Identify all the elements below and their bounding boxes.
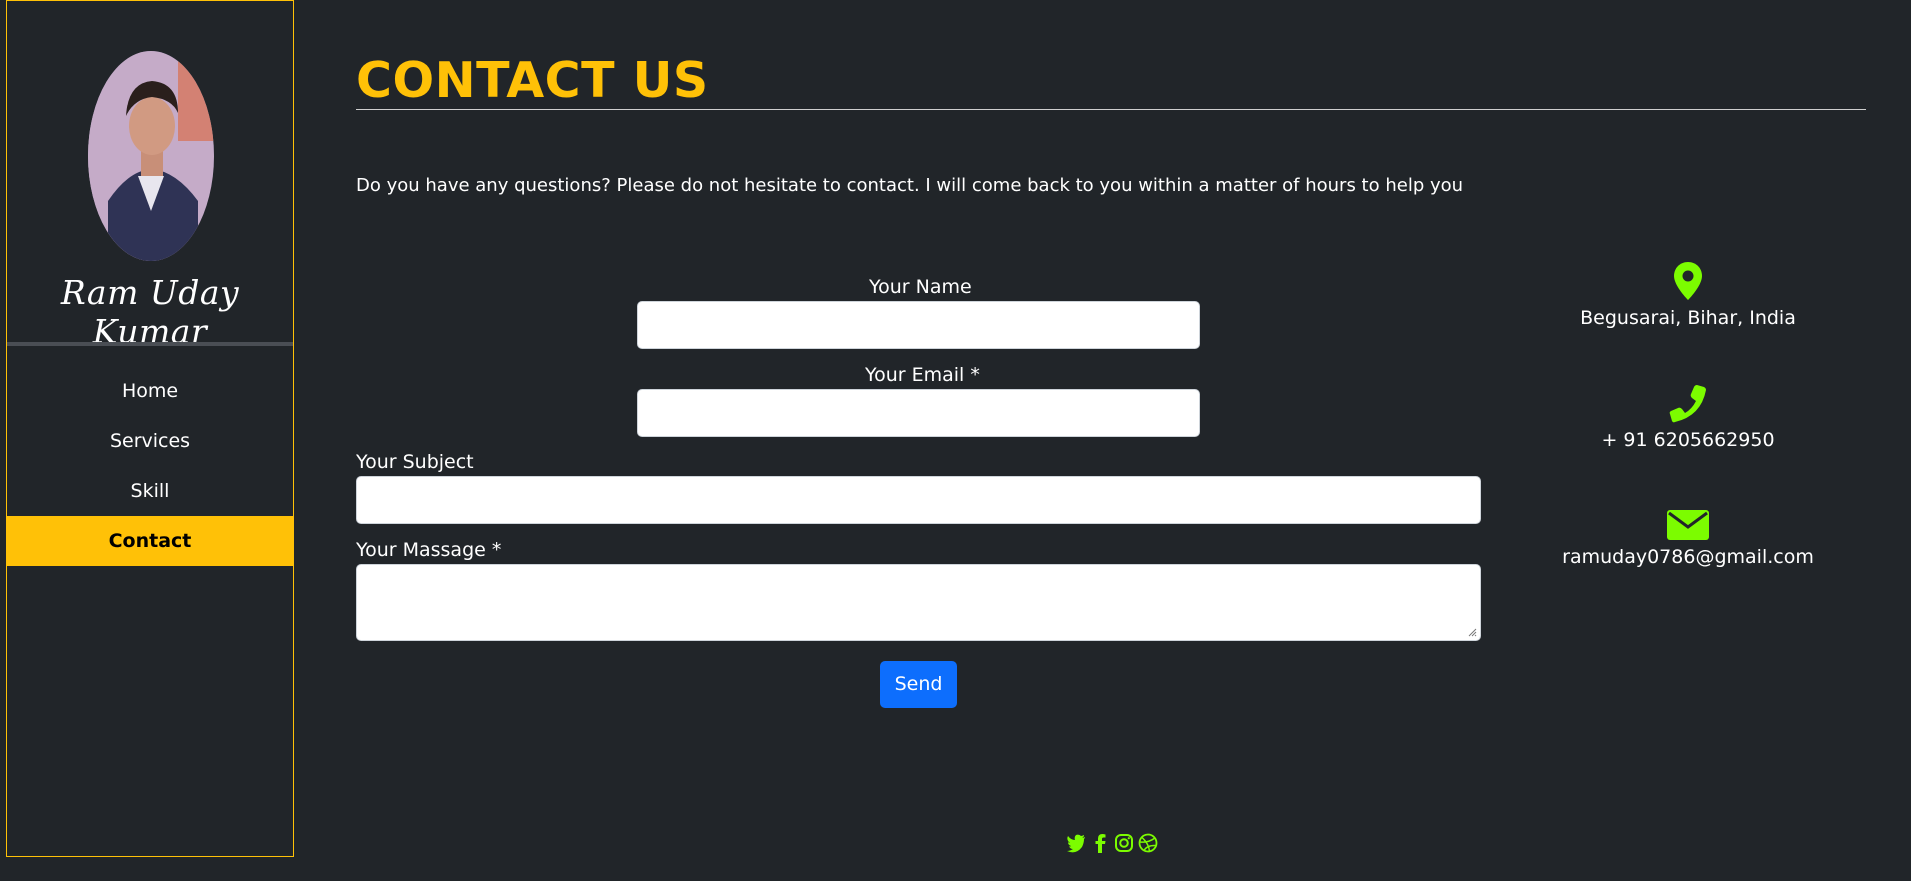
intro-text: Do you have any questions? Please do not… (356, 175, 1464, 196)
map-marker-icon (1674, 262, 1702, 300)
facebook-icon[interactable] (1090, 833, 1110, 853)
address-text: Begusarai, Bihar, India (1580, 307, 1796, 329)
twitter-icon[interactable] (1066, 833, 1086, 853)
address-info: Begusarai, Bihar, India (1538, 261, 1838, 329)
subject-label: Your Subject (356, 451, 474, 473)
name-field[interactable] (637, 301, 1200, 349)
phone-icon (1669, 385, 1706, 423)
send-button[interactable]: Send (880, 661, 957, 708)
avatar (88, 51, 214, 261)
name-label: Your Name (869, 276, 972, 298)
nav-item-contact[interactable]: Contact (7, 516, 293, 566)
dribbble-icon[interactable] (1138, 833, 1158, 853)
message-textarea[interactable] (356, 564, 1481, 641)
email-info: ramuday0786@gmail.com (1538, 508, 1838, 568)
nav-item-skill[interactable]: Skill (7, 466, 293, 516)
sidebar-nav: Home Services Skill Contact (7, 366, 293, 566)
phone-info: + 91 6205662950 (1538, 383, 1838, 451)
phone-text: + 91 6205662950 (1601, 429, 1775, 451)
sidebar: Ram Uday Kumar Home Services Skill Conta… (6, 0, 294, 857)
page-title: CONTACT US (356, 52, 709, 109)
instagram-icon[interactable] (1114, 833, 1134, 853)
email-field[interactable] (637, 389, 1200, 437)
envelope-icon (1667, 510, 1709, 540)
subject-field[interactable] (356, 476, 1481, 524)
nav-item-services[interactable]: Services (7, 416, 293, 466)
nav-item-home[interactable]: Home (7, 366, 293, 416)
email-text: ramuday0786@gmail.com (1562, 546, 1814, 568)
sidebar-divider (7, 342, 293, 346)
title-divider (356, 109, 1866, 110)
email-label: Your Email * (865, 364, 980, 386)
resize-handle-icon[interactable] (1468, 628, 1477, 637)
social-links (1066, 833, 1158, 855)
message-label: Your Massage * (356, 539, 502, 561)
sidebar-name: Ram Uday Kumar (60, 273, 240, 351)
